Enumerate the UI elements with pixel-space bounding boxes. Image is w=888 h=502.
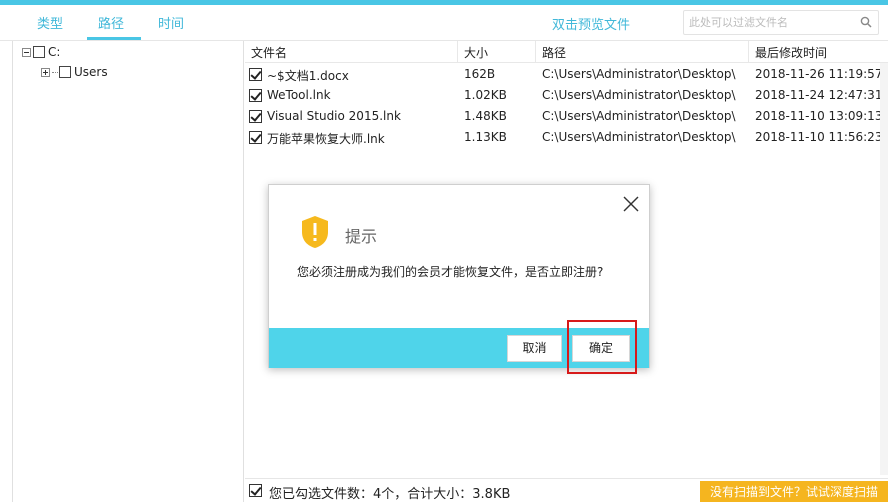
active-tab-indicator xyxy=(87,37,141,40)
file-path: C:\Users\Administrator\Desktop\ xyxy=(542,109,736,123)
preview-file-link[interactable]: 双击预览文件 xyxy=(552,14,630,33)
expand-toggle-icon[interactable] xyxy=(41,67,50,77)
file-table-header: 文件名 大小 路径 最后修改时间 xyxy=(245,41,888,63)
search-input[interactable] xyxy=(689,11,849,33)
row-checkbox[interactable] xyxy=(249,131,262,144)
dialog-title: 提示 xyxy=(345,227,378,246)
search-icon[interactable] xyxy=(860,16,872,28)
file-modified: 2018-11-10 11:56:23 xyxy=(755,130,883,144)
tree-node-label: Users xyxy=(74,65,108,79)
warning-shield-icon xyxy=(302,216,328,248)
register-prompt-dialog: 提示 您必须注册成为我们的会员才能恢复文件，是否立即注册? 取消 确定 xyxy=(268,184,650,368)
column-header-path[interactable]: 路径 xyxy=(542,44,566,61)
table-row[interactable]: 万能苹果恢复大师.lnk 1.13KB C:\Users\Administrat… xyxy=(245,127,888,148)
column-header-size[interactable]: 大小 xyxy=(464,44,488,61)
file-size: 1.13KB xyxy=(464,130,507,144)
tab-time[interactable]: 时间 xyxy=(158,13,184,32)
deep-scan-button[interactable]: 没有扫描到文件？试试深度扫描 xyxy=(700,481,888,502)
row-checkbox[interactable] xyxy=(249,89,262,102)
header-bar: 类型 路径 时间 双击预览文件 xyxy=(0,5,888,41)
table-row[interactable]: Visual Studio 2015.lnk 1.48KB C:\Users\A… xyxy=(245,106,888,127)
column-divider[interactable] xyxy=(535,41,536,63)
table-row[interactable]: ~$文档1.docx 162B C:\Users\Administrator\D… xyxy=(245,64,888,85)
column-header-name[interactable]: 文件名 xyxy=(251,44,287,61)
file-path: C:\Users\Administrator\Desktop\ xyxy=(542,88,736,102)
close-icon[interactable] xyxy=(620,193,642,215)
tree-checkbox[interactable] xyxy=(33,46,45,58)
selection-summary: 您已勾选文件数：4个，合计大小：3.8KB xyxy=(269,487,511,502)
file-modified: 2018-11-10 13:09:13 xyxy=(755,109,883,123)
search-box xyxy=(683,10,879,35)
table-row[interactable]: WeTool.lnk 1.02KB C:\Users\Administrator… xyxy=(245,85,888,106)
dialog-footer: 取消 确定 xyxy=(269,328,649,368)
tab-type[interactable]: 类型 xyxy=(37,13,63,32)
file-modified: 2018-11-26 11:19:57 xyxy=(755,67,883,81)
file-modified: 2018-11-24 12:47:31 xyxy=(755,88,883,102)
file-name: ~$文档1.docx xyxy=(267,69,349,83)
file-name: Visual Studio 2015.lnk xyxy=(267,109,401,123)
column-divider[interactable] xyxy=(748,41,749,63)
file-name: WeTool.lnk xyxy=(267,88,331,102)
tree-node-root[interactable]: C: xyxy=(22,45,60,59)
vertical-scrollbar[interactable] xyxy=(880,63,888,475)
file-size: 1.48KB xyxy=(464,109,507,123)
collapse-toggle-icon[interactable] xyxy=(22,47,31,57)
status-bar: 您已勾选文件数：4个，合计大小：3.8KB 没有扫描到文件？试试深度扫描 xyxy=(245,478,888,502)
row-checkbox[interactable] xyxy=(249,110,262,123)
row-checkbox[interactable] xyxy=(249,68,262,81)
file-path: C:\Users\Administrator\Desktop\ xyxy=(542,67,736,81)
column-header-modified[interactable]: 最后修改时间 xyxy=(755,44,827,61)
file-name: 万能苹果恢复大师.lnk xyxy=(267,132,385,146)
select-all-checkbox[interactable] xyxy=(249,484,262,497)
column-divider[interactable] xyxy=(457,41,458,63)
tree-node-users[interactable]: Users xyxy=(41,65,108,79)
tree-checkbox[interactable] xyxy=(59,66,71,78)
file-size: 162B xyxy=(464,67,496,81)
tree-connector xyxy=(52,71,58,73)
dialog-message: 您必须注册成为我们的会员才能恢复文件，是否立即注册? xyxy=(297,265,604,279)
folder-tree-pane: C: Users xyxy=(12,41,244,502)
tab-path[interactable]: 路径 xyxy=(98,13,124,32)
tree-node-label: C: xyxy=(48,45,61,59)
cancel-button[interactable]: 取消 xyxy=(507,335,562,362)
file-path: C:\Users\Administrator\Desktop\ xyxy=(542,130,736,144)
file-size: 1.02KB xyxy=(464,88,507,102)
confirm-button[interactable]: 确定 xyxy=(572,335,630,362)
